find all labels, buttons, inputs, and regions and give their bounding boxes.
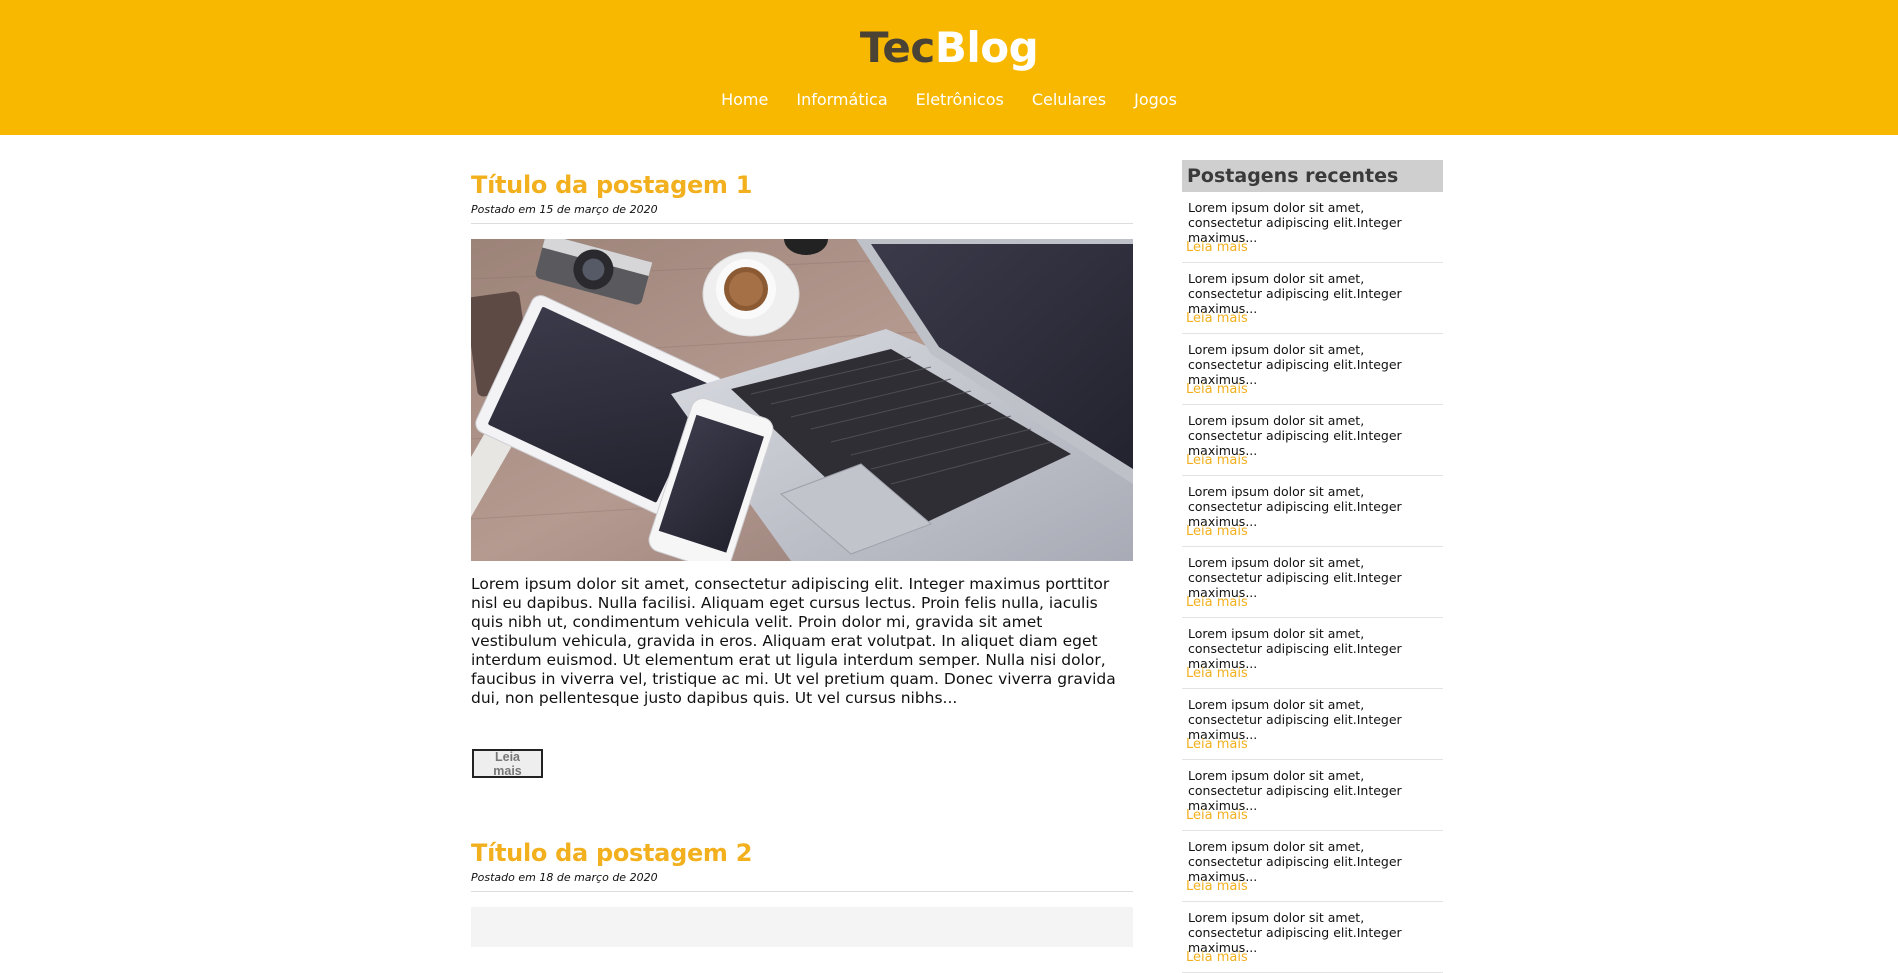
logo-tec: Tec — [859, 23, 935, 72]
nav-home[interactable]: Home — [707, 88, 782, 112]
recent-post-item: Lorem ipsum dolor sit amet, consectetur … — [1182, 547, 1443, 618]
sidebar: Postagens recentes Lorem ipsum dolor sit… — [1182, 160, 1443, 973]
sidebar-title: Postagens recentes — [1182, 160, 1443, 192]
post-image — [471, 239, 1133, 561]
recent-post-item: Lorem ipsum dolor sit amet, consectetur … — [1182, 902, 1443, 973]
main-nav: Home Informática Eletrônicos Celulares J… — [0, 88, 1898, 112]
nav-celulares[interactable]: Celulares — [1018, 88, 1120, 112]
recent-post-read-more[interactable]: Leia mais — [1186, 240, 1248, 255]
recent-post-excerpt: Lorem ipsum dolor sit amet, consectetur … — [1188, 910, 1402, 955]
recent-post-read-more[interactable]: Leia mais — [1186, 808, 1248, 823]
recent-post-item: Lorem ipsum dolor sit amet, consectetur … — [1182, 334, 1443, 405]
logo-blog: Blog — [934, 23, 1039, 72]
recent-post-item: Lorem ipsum dolor sit amet, consectetur … — [1182, 476, 1443, 547]
post-date: Postado em 15 de março de 2020 — [471, 203, 1133, 224]
site-logo[interactable]: TecBlog — [0, 22, 1898, 74]
post-title[interactable]: Título da postagem 1 — [471, 170, 1133, 200]
recent-post-excerpt: Lorem ipsum dolor sit amet, consectetur … — [1188, 626, 1402, 671]
post-excerpt: Lorem ipsum dolor sit amet, consectetur … — [471, 575, 1116, 707]
recent-post-read-more[interactable]: Leia mais — [1186, 666, 1248, 681]
recent-post-excerpt: Lorem ipsum dolor sit amet, consectetur … — [1188, 484, 1402, 529]
recent-post-excerpt: Lorem ipsum dolor sit amet, consectetur … — [1188, 271, 1402, 316]
recent-post-read-more[interactable]: Leia mais — [1186, 737, 1248, 752]
recent-post-item: Lorem ipsum dolor sit amet, consectetur … — [1182, 263, 1443, 334]
recent-post-excerpt: Lorem ipsum dolor sit amet, consectetur … — [1188, 768, 1402, 813]
recent-post-excerpt: Lorem ipsum dolor sit amet, consectetur … — [1188, 413, 1402, 458]
recent-post-read-more[interactable]: Leia mais — [1186, 524, 1248, 539]
recent-post-read-more[interactable]: Leia mais — [1186, 453, 1248, 468]
recent-post-read-more[interactable]: Leia mais — [1186, 311, 1248, 326]
post-image — [471, 907, 1133, 947]
recent-post-read-more[interactable]: Leia mais — [1186, 382, 1248, 397]
recent-post-excerpt: Lorem ipsum dolor sit amet, consectetur … — [1188, 342, 1402, 387]
recent-post-item: Lorem ipsum dolor sit amet, consectetur … — [1182, 760, 1443, 831]
desk-devices-illustration — [471, 239, 1133, 561]
nav-jogos[interactable]: Jogos — [1120, 88, 1191, 112]
read-more-button[interactable]: Leia mais — [472, 749, 543, 778]
recent-post-excerpt: Lorem ipsum dolor sit amet, consectetur … — [1188, 839, 1402, 884]
recent-post-item: Lorem ipsum dolor sit amet, consectetur … — [1182, 192, 1443, 263]
recent-post-read-more[interactable]: Leia mais — [1186, 879, 1248, 894]
nav-eletronicos[interactable]: Eletrônicos — [902, 88, 1018, 112]
post-title[interactable]: Título da postagem 2 — [471, 838, 1133, 868]
nav-informatica[interactable]: Informática — [782, 88, 901, 112]
post-1: Título da postagem 1 Postado em 15 de ma… — [471, 170, 1133, 724]
recent-post-excerpt: Lorem ipsum dolor sit amet, consectetur … — [1188, 697, 1402, 742]
recent-post-item: Lorem ipsum dolor sit amet, consectetur … — [1182, 831, 1443, 902]
recent-post-read-more[interactable]: Leia mais — [1186, 950, 1248, 965]
recent-post-item: Lorem ipsum dolor sit amet, consectetur … — [1182, 618, 1443, 689]
recent-post-item: Lorem ipsum dolor sit amet, consectetur … — [1182, 689, 1443, 760]
recent-post-read-more[interactable]: Leia mais — [1186, 595, 1248, 610]
recent-post-item: Lorem ipsum dolor sit amet, consectetur … — [1182, 405, 1443, 476]
site-header: TecBlog Home Informática Eletrônicos Cel… — [0, 0, 1898, 135]
post-date: Postado em 18 de março de 2020 — [471, 871, 1133, 892]
recent-post-excerpt: Lorem ipsum dolor sit amet, consectetur … — [1188, 200, 1402, 245]
recent-post-excerpt: Lorem ipsum dolor sit amet, consectetur … — [1188, 555, 1402, 600]
